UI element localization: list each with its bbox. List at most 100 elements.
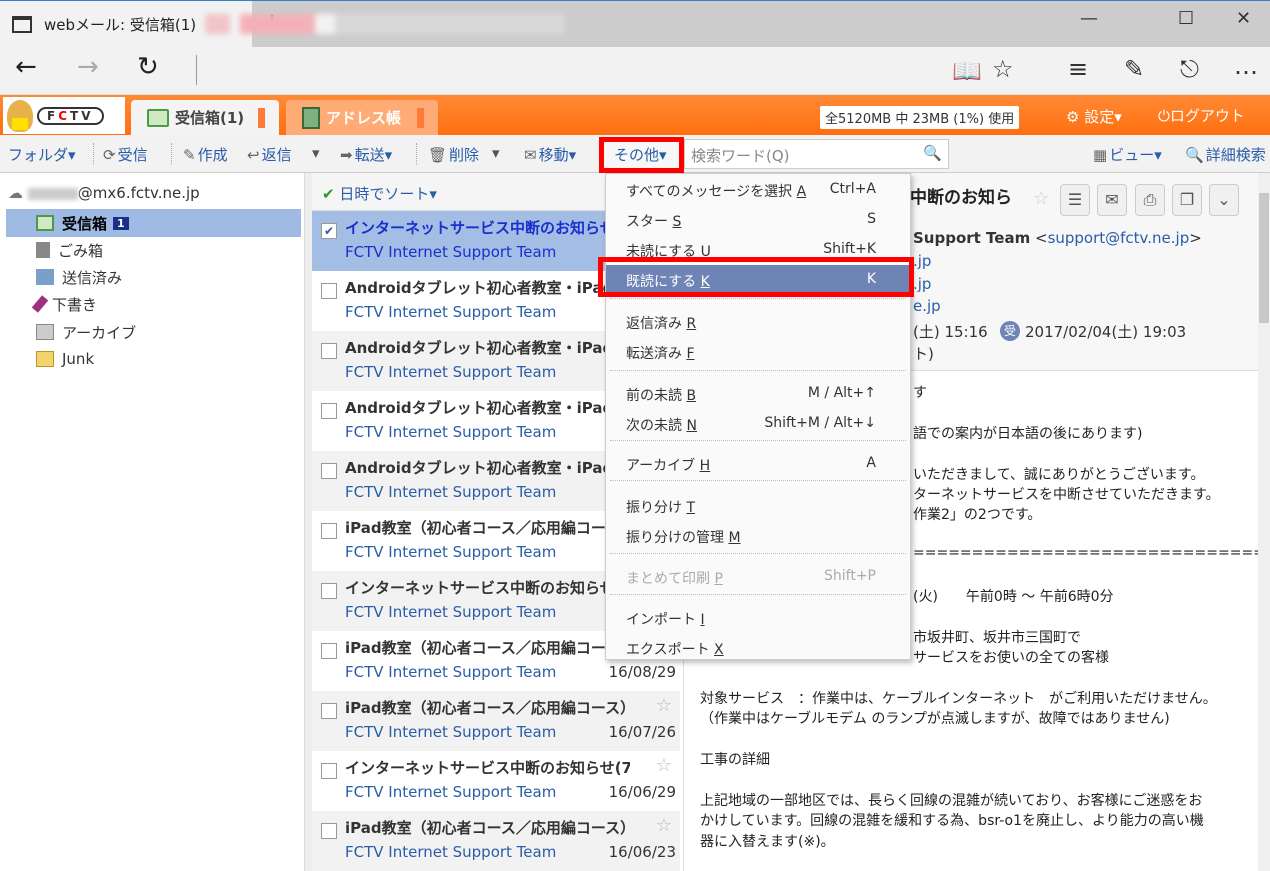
share-icon[interactable]: ⎋ (1180, 55, 1199, 83)
menu-item[interactable]: まとめて印刷 P Shift+P (606, 562, 910, 592)
menu-item[interactable]: スター S S (606, 205, 910, 235)
list-item[interactable]: iPad教室（初心者コース／応用編コース）… FCTV Internet Sup… (312, 811, 680, 871)
menu-divider (610, 298, 906, 299)
menu-divider (610, 553, 906, 554)
tab-address-book[interactable]: アドレス帳 (286, 100, 438, 135)
close-window-button[interactable]: ✕ (1236, 8, 1251, 29)
star-icon[interactable]: ☆ (1033, 188, 1049, 209)
checkbox[interactable] (321, 823, 337, 839)
checkbox[interactable] (321, 343, 337, 359)
receive-button[interactable]: ⟳ 受信 (103, 144, 148, 165)
body-line: 市坂井町、坂井市三国町で (913, 629, 1081, 646)
logout-button[interactable]: ⏻ログアウト (1158, 105, 1245, 126)
menu-item[interactable]: エクスポート X (606, 633, 910, 663)
folder-archive[interactable]: アーカイブ (6, 318, 301, 346)
print-icon[interactable]: ⎙ (1135, 184, 1165, 216)
menu-item[interactable]: 振り分けの管理 M (606, 521, 910, 551)
message-date: 16/07/26 (608, 723, 676, 741)
hub-icon[interactable]: ≡ (1068, 55, 1088, 83)
delete-button[interactable]: 🗑 削除 (428, 144, 479, 165)
compose-button[interactable]: ✎ 作成 (183, 144, 228, 165)
folder-inbox[interactable]: 受信箱 1 (6, 209, 301, 237)
body-line: 工事の詳細 (700, 752, 770, 769)
star-icon[interactable]: ☆ (656, 815, 672, 836)
checkbox[interactable]: ✔ (321, 223, 337, 239)
scrollbar[interactable] (1258, 173, 1270, 871)
move-label: 移動▾ (538, 146, 577, 164)
window-icon[interactable]: ❐ (1172, 184, 1202, 216)
refresh-button[interactable]: ↻ (137, 52, 159, 82)
view-menu[interactable]: ▦ ビュー▾ (1093, 144, 1162, 165)
account-name-blurred (27, 187, 78, 200)
scrollbar-thumb[interactable] (1259, 193, 1269, 323)
sender-email[interactable]: support@fctv.ne.jp (1048, 229, 1190, 247)
forward-button[interactable]: → (77, 52, 99, 82)
menu-divider (610, 440, 906, 441)
menu-item[interactable]: 前の未読 B M / Alt+↑ (606, 379, 910, 409)
checkbox[interactable] (321, 763, 337, 779)
reply-options-button[interactable]: ▾ (312, 144, 320, 162)
chevron-down-icon[interactable]: ⌄ (1209, 184, 1239, 216)
checkbox[interactable] (321, 643, 337, 659)
web-note-icon[interactable]: ✎ (1124, 55, 1144, 83)
move-button[interactable]: ✉ 移動▾ (524, 144, 576, 165)
url-field-blurred[interactable] (205, 14, 565, 34)
access-key: H (699, 458, 711, 474)
folder-junk[interactable]: Junk (6, 345, 301, 373)
folder-drafts[interactable]: 下書き (6, 290, 301, 318)
message-sender: FCTV Internet Support Team (345, 603, 557, 621)
pencil-icon: ✎ (183, 146, 196, 164)
list-item[interactable]: インターネットサービス中断のお知らせ(7/12 … FCTV Internet … (312, 751, 680, 811)
checkbox[interactable] (321, 703, 337, 719)
star-icon[interactable]: ☆ (656, 695, 672, 716)
advanced-search-button[interactable]: 🔍 詳細検索 (1185, 144, 1266, 165)
body-line: ターネットサービスを中断させていただきます。 (913, 487, 1220, 503)
menu-item-label: エクスポート (626, 642, 710, 658)
checkbox[interactable] (321, 283, 337, 299)
menu-item[interactable]: インポート I (606, 603, 910, 633)
access-key: T (686, 500, 696, 516)
menu-item[interactable]: アーカイブ H A (606, 449, 910, 479)
folder-menu[interactable]: フォルダ▾ (8, 144, 76, 165)
menu-item[interactable]: すべてのメッセージを選択 A Ctrl+A (606, 175, 910, 205)
checkbox[interactable] (321, 463, 337, 479)
reading-view-icon[interactable]: 📖 (952, 57, 982, 85)
checkbox[interactable] (321, 583, 337, 599)
search-icon[interactable]: 🔍 (923, 144, 942, 162)
message-subject: Androidタブレット初心者教室・iPad応用 (345, 399, 644, 417)
menu-divider (610, 370, 906, 371)
recipient[interactable]: e.jp (913, 297, 941, 315)
menu-item-label: 返信済み (626, 316, 682, 332)
more-icon[interactable]: … (1234, 52, 1258, 80)
shortcut: Shift+K (823, 241, 876, 257)
maximize-button[interactable]: ☐ (1178, 8, 1194, 29)
menu-item[interactable]: 次の未読 N Shift+M / Alt+↓ (606, 409, 910, 439)
menu-item[interactable]: 振り分け T (606, 491, 910, 521)
checkbox[interactable] (321, 403, 337, 419)
pane-splitter[interactable] (305, 173, 312, 871)
list-icon[interactable]: ☰ (1060, 184, 1090, 216)
menu-item[interactable]: 返信済み R (606, 307, 910, 337)
checkbox[interactable] (321, 523, 337, 539)
account-item[interactable]: ☁ @mx6.fctv.ne.jp (8, 184, 200, 202)
reply-button[interactable]: ↩ 返信 (247, 144, 292, 165)
tab-inbox[interactable]: 受信箱(1) (131, 100, 279, 135)
minimize-button[interactable]: — (1080, 8, 1098, 29)
search-input[interactable]: 検索ワード(Q) 🔍 (684, 139, 949, 169)
back-button[interactable]: ← (15, 52, 37, 82)
list-item[interactable]: iPad教室（初心者コース／応用編コース）… FCTV Internet Sup… (312, 691, 680, 751)
folder-trash[interactable]: ごみ箱 (6, 236, 301, 264)
recipient[interactable]: .jp (913, 275, 931, 293)
envelope-icon[interactable]: ✉ (1097, 184, 1127, 216)
body-line: かけしています。回線の混雑を緩和する為、bsr-o1を廃止し、より能力の高い機 (700, 813, 1204, 830)
folder-sent[interactable]: 送信済み (6, 263, 301, 291)
divider (196, 55, 197, 85)
recipient[interactable]: .jp (913, 252, 931, 270)
menu-item[interactable]: 転送済み F (606, 337, 910, 367)
favorite-star-icon[interactable]: ☆ (992, 55, 1014, 83)
other-menu-button[interactable]: その他▾ (614, 144, 667, 165)
delete-options-button[interactable]: ▾ (492, 144, 500, 162)
star-icon[interactable]: ☆ (656, 755, 672, 776)
forward-button[interactable]: ➡ 転送▾ (340, 144, 392, 165)
settings-menu[interactable]: ⚙ 設定▾ (1066, 106, 1122, 127)
